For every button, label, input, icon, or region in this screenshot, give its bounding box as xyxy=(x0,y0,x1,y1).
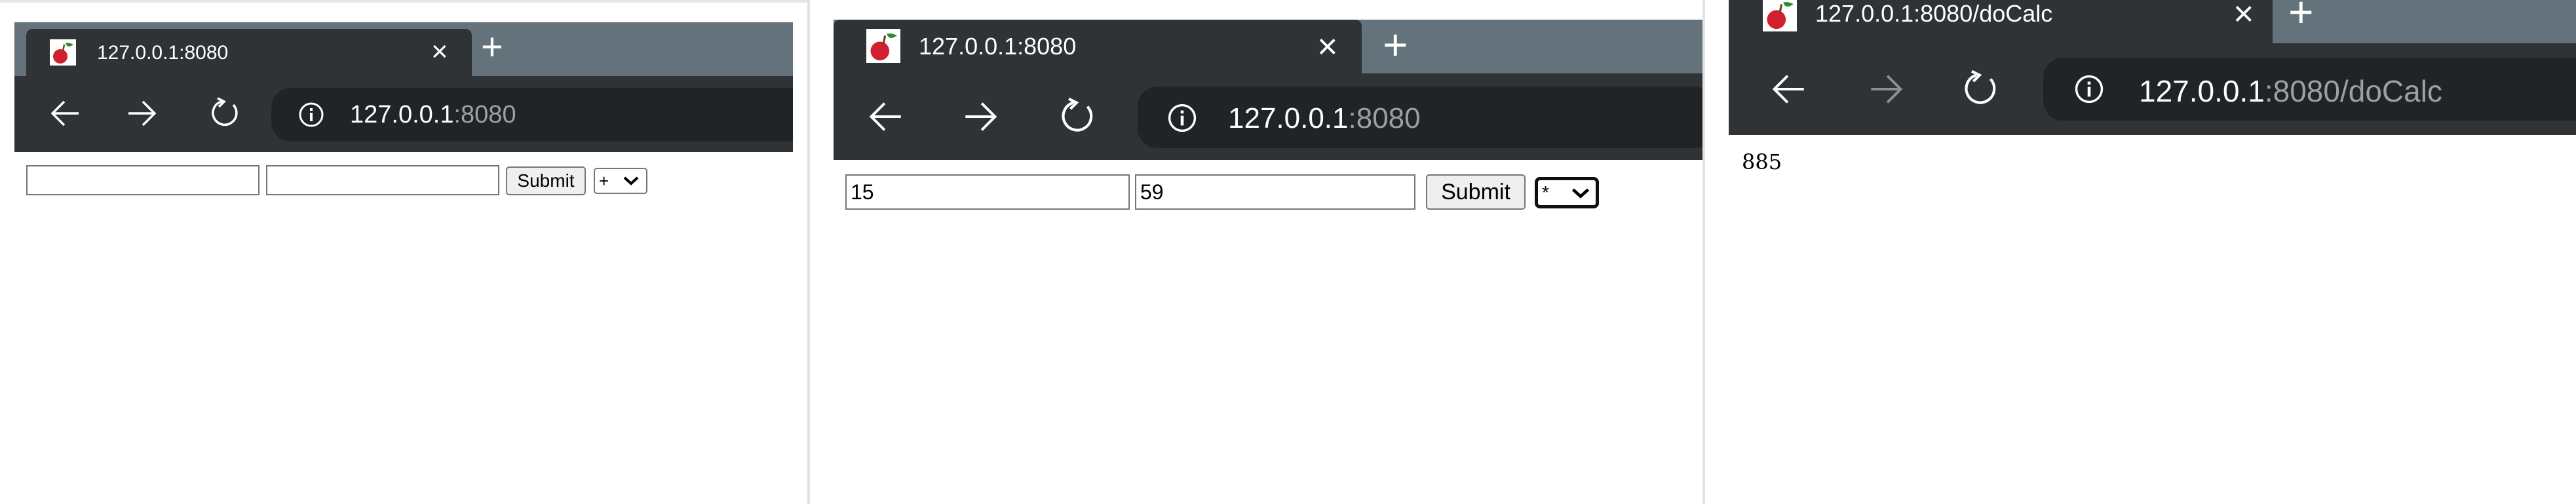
url-port: :8080 xyxy=(1348,102,1421,134)
tab-title: 127.0.0.1:8080/doCalc xyxy=(1815,0,2053,27)
browser-tab[interactable]: 127.0.0.1:8080 × xyxy=(26,29,472,76)
first-number-input[interactable] xyxy=(26,165,260,195)
first-number-input[interactable]: 15 xyxy=(845,174,1130,210)
tab-strip: 127.0.0.1:8080/doCalc × + xyxy=(1729,0,2576,43)
browser-tab[interactable]: 127.0.0.1:8080/doCalc × xyxy=(1729,0,2273,43)
tab-strip: 127.0.0.1:8080 × + xyxy=(14,22,793,76)
address-bar[interactable]: 127.0.0.1:8080 xyxy=(271,88,793,142)
url-path: :8080/doCalc xyxy=(2264,74,2442,108)
address-url: 127.0.0.1:8080 xyxy=(1228,102,1421,135)
back-arrow-icon[interactable] xyxy=(48,98,81,132)
close-tab-icon[interactable]: × xyxy=(431,35,448,68)
tab-title: 127.0.0.1:8080 xyxy=(919,33,1077,60)
site-info-icon[interactable] xyxy=(2073,73,2105,108)
window-top-edge xyxy=(0,0,807,3)
url-host: 127.0.0.1 xyxy=(1228,102,1349,134)
submit-button[interactable]: Submit xyxy=(506,166,586,195)
browser-chrome: 127.0.0.1:8080/doCalc × + 127.0.0.1:8080… xyxy=(1729,0,2576,135)
operator-select[interactable]: + xyxy=(594,168,647,194)
toolbar: 127.0.0.1:8080 xyxy=(834,73,1702,160)
address-url: 127.0.0.1:8080/doCalc xyxy=(2139,73,2442,109)
address-bar[interactable]: 127.0.0.1:8080 xyxy=(1138,87,1702,148)
operator-select-value: * xyxy=(1542,182,1549,203)
forward-arrow-icon[interactable] xyxy=(126,98,159,132)
back-arrow-icon[interactable] xyxy=(1769,72,1807,109)
site-favicon-icon xyxy=(1763,0,1797,35)
url-host: 127.0.0.1 xyxy=(350,101,454,128)
close-tab-icon[interactable]: × xyxy=(2233,0,2254,34)
browser-window-1: 127.0.0.1:8080 × + 127.0.0.1:8080 Submit… xyxy=(0,0,807,504)
url-host: 127.0.0.1 xyxy=(2139,74,2265,108)
reload-icon[interactable] xyxy=(207,96,242,134)
site-favicon-icon xyxy=(866,29,900,66)
chevron-down-icon xyxy=(1571,188,1590,199)
chevron-down-icon xyxy=(623,176,639,185)
forward-arrow-icon[interactable] xyxy=(962,100,1000,137)
submit-button[interactable]: Submit xyxy=(1426,174,1526,210)
page-content: 885 xyxy=(1705,135,2576,504)
page-content: Submit + xyxy=(0,152,807,504)
page-content: 15 59 Submit * xyxy=(810,160,1702,504)
url-port: :8080 xyxy=(453,101,516,128)
browser-chrome: 127.0.0.1:8080 × + 127.0.0.1:8080 xyxy=(14,22,793,152)
second-number-input[interactable] xyxy=(266,165,499,195)
reload-icon[interactable] xyxy=(1959,68,2001,113)
browser-chrome: 127.0.0.1:8080 × + 127.0.0.1:8080 xyxy=(834,20,1702,160)
tab-strip: 127.0.0.1:8080 × + xyxy=(834,20,1702,73)
site-info-icon[interactable] xyxy=(1166,102,1198,137)
toolbar: 127.0.0.1:8080/doCalc xyxy=(1729,43,2576,135)
browser-window-2: 127.0.0.1:8080 × + 127.0.0.1:8080 15 59 … xyxy=(810,0,1702,504)
browser-window-3: 127.0.0.1:8080/doCalc × + 127.0.0.1:8080… xyxy=(1705,0,2576,504)
new-tab-icon[interactable]: + xyxy=(481,25,503,69)
calculation-result: 885 xyxy=(1742,149,1782,174)
site-favicon-icon xyxy=(50,39,76,69)
reload-icon[interactable] xyxy=(1056,96,1098,141)
browser-tab[interactable]: 127.0.0.1:8080 × xyxy=(834,20,1362,73)
address-url: 127.0.0.1:8080 xyxy=(350,101,516,129)
site-info-icon[interactable] xyxy=(298,101,325,132)
forward-arrow-icon[interactable] xyxy=(1868,72,1906,109)
close-tab-icon[interactable]: × xyxy=(1317,26,1338,67)
new-tab-icon[interactable]: + xyxy=(1383,20,1408,69)
toolbar: 127.0.0.1:8080 xyxy=(14,76,793,152)
address-bar[interactable]: 127.0.0.1:8080/doCalc xyxy=(2043,58,2576,121)
tab-title: 127.0.0.1:8080 xyxy=(97,42,229,64)
second-number-input[interactable]: 59 xyxy=(1135,174,1415,210)
new-tab-icon[interactable]: + xyxy=(2288,0,2314,37)
back-arrow-icon[interactable] xyxy=(866,100,904,137)
operator-select-value: + xyxy=(599,170,609,191)
operator-select[interactable]: * xyxy=(1535,177,1599,208)
